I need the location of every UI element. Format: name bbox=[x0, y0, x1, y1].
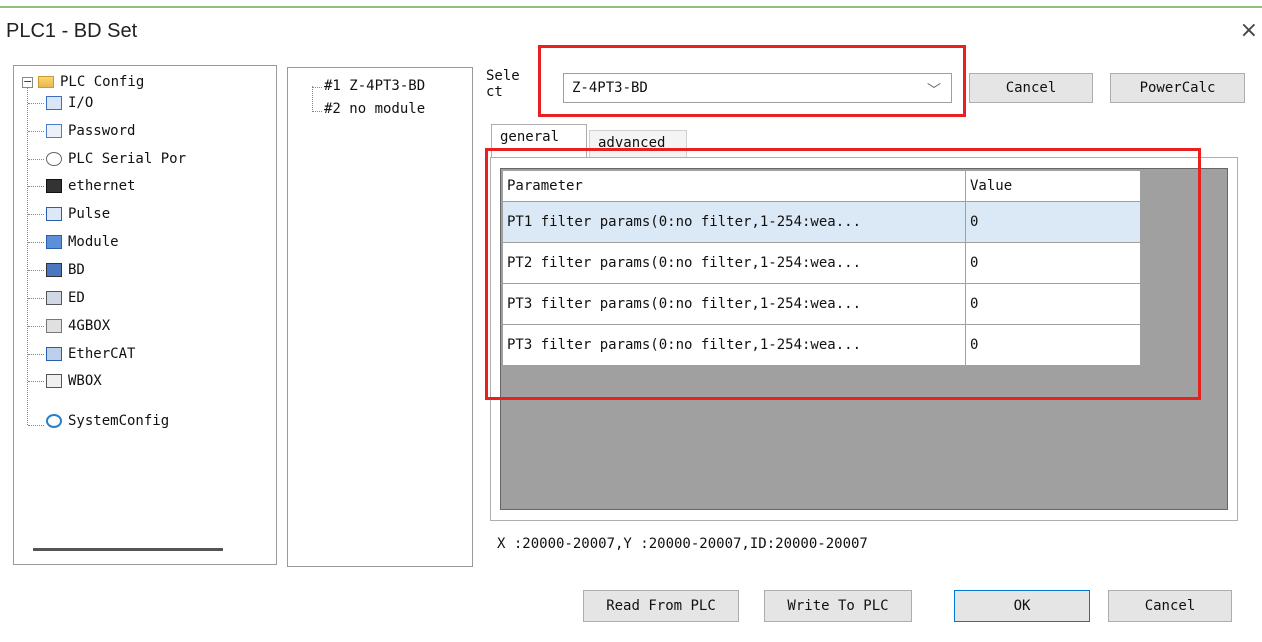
system-config-icon bbox=[46, 414, 62, 428]
tree-branch bbox=[28, 326, 44, 327]
tab-general[interactable]: general bbox=[491, 124, 587, 158]
tree-item-module[interactable]: Module bbox=[46, 231, 119, 253]
4gbox-icon bbox=[46, 319, 62, 333]
tree-branch bbox=[28, 131, 44, 132]
tree-branch bbox=[28, 381, 44, 382]
tree-collapse-icon[interactable]: − bbox=[22, 76, 33, 88]
tree-branch bbox=[312, 111, 322, 112]
module-select-dropdown[interactable]: Z-4PT3-BD ﹀ bbox=[563, 73, 952, 103]
tree-branch bbox=[28, 298, 44, 299]
column-header-value: Value bbox=[965, 170, 1141, 202]
tree-item-password[interactable]: Password bbox=[46, 120, 135, 142]
tree-item-system-config[interactable]: SystemConfig bbox=[46, 410, 169, 432]
tree-item-label: SystemConfig bbox=[68, 413, 170, 429]
tree-branch bbox=[28, 242, 44, 243]
tree-item-label: Password bbox=[68, 123, 136, 139]
tree-item-ethercat[interactable]: EtherCAT bbox=[46, 343, 135, 365]
tree-item-label: 4GBOX bbox=[68, 318, 111, 334]
tree-item-label: Module bbox=[68, 234, 119, 250]
tree-item-label: EtherCAT bbox=[68, 346, 136, 362]
tree-branch bbox=[312, 87, 322, 88]
tree-item-4gbox[interactable]: 4GBOX bbox=[46, 315, 110, 337]
table-header-row: Parameter Value bbox=[502, 170, 1141, 202]
write-to-plc-button[interactable]: Write To PLC bbox=[764, 590, 912, 622]
tree-horizontal-scrollbar[interactable] bbox=[33, 548, 223, 551]
close-icon[interactable]: × bbox=[1240, 18, 1258, 43]
table-row[interactable]: PT3 filter params(0:no filter,1-254:wea.… bbox=[502, 324, 1141, 366]
wbox-icon bbox=[46, 374, 62, 388]
parameter-name: PT2 filter params(0:no filter,1-254:wea.… bbox=[502, 242, 966, 284]
parameter-value-cell[interactable]: 0 bbox=[965, 242, 1141, 284]
password-icon bbox=[46, 124, 62, 138]
ok-button[interactable]: OK bbox=[954, 590, 1090, 622]
parameter-value-cell[interactable]: 0 bbox=[965, 324, 1141, 366]
tree-item-label: I/O bbox=[68, 95, 94, 111]
selected-module-value: Z-4PT3-BD bbox=[572, 80, 648, 96]
top-cancel-button[interactable]: Cancel bbox=[969, 73, 1093, 103]
tree-branch bbox=[28, 214, 44, 215]
serial-port-icon bbox=[46, 152, 62, 166]
tree-item-ed[interactable]: ED bbox=[46, 287, 85, 309]
tree-connector-line bbox=[27, 88, 28, 425]
table-row[interactable]: PT1 filter params(0:no filter,1-254:wea.… bbox=[502, 201, 1141, 243]
power-calc-button[interactable]: PowerCalc bbox=[1110, 73, 1245, 103]
module-item[interactable]: #2 no module bbox=[324, 101, 425, 117]
tree-branch bbox=[28, 103, 44, 104]
chevron-down-icon: ﹀ bbox=[927, 83, 941, 99]
tree-branch bbox=[28, 270, 44, 271]
table-row[interactable]: PT2 filter params(0:no filter,1-254:wea.… bbox=[502, 242, 1141, 284]
bottom-cancel-button[interactable]: Cancel bbox=[1108, 590, 1232, 622]
parameter-value-cell[interactable]: 0 bbox=[965, 283, 1141, 325]
ed-icon bbox=[46, 291, 62, 305]
module-item[interactable]: #1 Z-4PT3-BD bbox=[324, 78, 425, 94]
tree-item-label: BD bbox=[68, 262, 85, 278]
title-bar-accent-line bbox=[0, 6, 1262, 8]
parameter-table: Parameter Value PT1 filter params(0:no f… bbox=[502, 170, 1141, 366]
parameter-name: PT3 filter params(0:no filter,1-254:wea.… bbox=[502, 283, 966, 325]
parameter-name: PT3 filter params(0:no filter,1-254:wea.… bbox=[502, 324, 966, 366]
pulse-icon bbox=[46, 207, 62, 221]
read-from-plc-button[interactable]: Read From PLC bbox=[583, 590, 739, 622]
io-icon bbox=[46, 96, 62, 110]
tree-branch bbox=[28, 186, 44, 187]
tree-branch bbox=[28, 354, 44, 355]
tree-item-pulse[interactable]: Pulse bbox=[46, 203, 110, 225]
module-connector-line bbox=[312, 86, 313, 112]
module-list[interactable]: #1 Z-4PT3-BD #2 no module bbox=[287, 67, 473, 567]
column-header-parameter: Parameter bbox=[502, 170, 966, 202]
tree-item-plc-serial-port[interactable]: PLC Serial Por bbox=[46, 148, 186, 170]
tree-item-label: PLC Serial Por bbox=[68, 151, 187, 167]
tree-item-label: ethernet bbox=[68, 178, 136, 194]
address-range-text: X :20000-20007,Y :20000-20007,ID:20000-2… bbox=[497, 536, 868, 552]
folder-icon bbox=[38, 76, 54, 88]
tree-branch bbox=[28, 159, 44, 160]
tree-item-bd[interactable]: BD bbox=[46, 259, 85, 281]
tree-item-label: WBOX bbox=[68, 373, 102, 389]
table-row[interactable]: PT3 filter params(0:no filter,1-254:wea.… bbox=[502, 283, 1141, 325]
ethernet-icon bbox=[46, 179, 62, 193]
module-icon bbox=[46, 235, 62, 249]
tree-branch bbox=[28, 425, 44, 426]
window-title: PLC1 - BD Set bbox=[6, 20, 138, 42]
tree-item-plc-config[interactable]: PLC Config bbox=[38, 71, 144, 93]
bd-icon bbox=[46, 263, 62, 277]
select-label: Select bbox=[486, 68, 520, 100]
ethercat-icon bbox=[46, 347, 62, 361]
config-tree[interactable]: − PLC Config I/O Password PLC Serial Por… bbox=[13, 65, 277, 565]
tree-item-label: Pulse bbox=[68, 206, 111, 222]
tree-item-io[interactable]: I/O bbox=[46, 92, 93, 114]
tree-item-label: ED bbox=[68, 290, 85, 306]
tab-advanced[interactable]: advanced bbox=[589, 130, 687, 158]
parameter-value-cell[interactable]: 0 bbox=[965, 201, 1141, 243]
tree-item-wbox[interactable]: WBOX bbox=[46, 370, 102, 392]
tree-item-label: PLC Config bbox=[60, 74, 145, 90]
parameter-name: PT1 filter params(0:no filter,1-254:wea.… bbox=[502, 201, 966, 243]
tree-item-ethernet[interactable]: ethernet bbox=[46, 175, 135, 197]
